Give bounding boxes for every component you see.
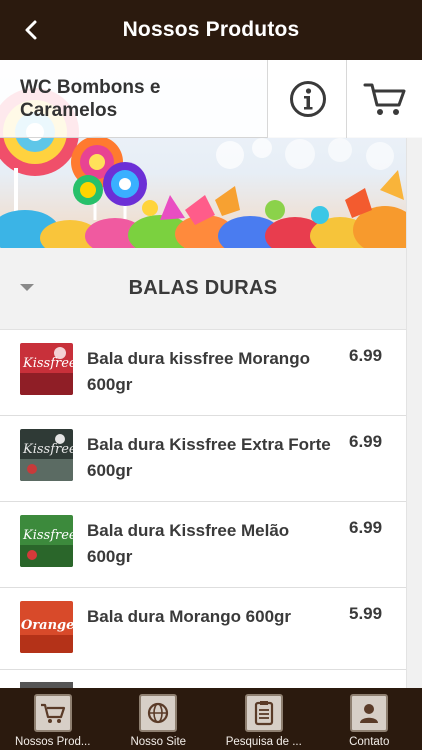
chevron-down-icon (20, 284, 34, 291)
top-navigation-bar: Nossos Produtos (0, 0, 422, 60)
cart-button[interactable] (346, 60, 422, 138)
cart-icon (33, 694, 72, 732)
product-name: Bala dura kissfree Morango 600gr (87, 349, 310, 394)
tab-label: Nossos Prod... (15, 736, 91, 748)
tab-nossos-produtos[interactable]: Nossos Prod... (0, 688, 106, 750)
product-thumbnail: Kissfree (20, 343, 73, 395)
store-name: WC Bombons e Caramelos (20, 77, 161, 121)
tab-nosso-site[interactable]: Nosso Site (106, 688, 212, 750)
product-item[interactable]: Orange Bala dura Morango 600gr 5.99 (0, 588, 406, 670)
product-price: 6.99 (349, 518, 383, 537)
svg-text:Orange: Orange (21, 618, 73, 633)
product-item[interactable]: Kissfree Bala dura Kissfree Extra Forte … (0, 416, 406, 502)
product-thumbnail: Kissfree (20, 429, 73, 481)
tab-pesquisa[interactable]: Pesquisa de ... (211, 688, 317, 750)
product-item[interactable]: Kissfree Bala dura kissfree Morango 600g… (0, 330, 406, 416)
category-label: BALAS DURAS (128, 277, 278, 299)
product-price: 6.99 (349, 346, 383, 365)
chevron-left-icon (25, 20, 37, 40)
info-icon (289, 81, 326, 117)
info-button[interactable] (267, 60, 347, 138)
clipboard-icon (244, 694, 283, 732)
product-thumbnail: Kissfree (20, 515, 73, 567)
product-price: 6.99 (349, 432, 383, 451)
contact-icon (350, 694, 389, 732)
tab-label: Pesquisa de ... (225, 736, 302, 748)
globe-icon (139, 694, 178, 732)
tab-label: Contato (349, 736, 390, 748)
svg-text:Kissfree: Kissfree (22, 442, 73, 457)
product-item-partial[interactable] (0, 670, 406, 688)
svg-text:Kissfree: Kissfree (22, 528, 73, 543)
product-item[interactable]: Kissfree Bala dura Kissfree Melão 600gr … (0, 502, 406, 588)
bottom-tab-bar: Nossos Prod... Nosso Site Pesquisa de ..… (0, 688, 422, 750)
product-price: 5.99 (349, 604, 383, 623)
tab-contato[interactable]: Contato (317, 688, 422, 750)
product-name: Bala dura Kissfree Melão 600gr (87, 521, 290, 566)
svg-text:Kissfree: Kissfree (22, 356, 73, 371)
scrollbar[interactable] (406, 138, 422, 688)
tab-label: Nosso Site (130, 736, 187, 748)
product-name: Bala dura Kissfree Extra Forte 600gr (87, 435, 331, 480)
product-thumbnail: Orange (20, 601, 73, 653)
page-title: Nossos Produtos (122, 18, 300, 41)
product-name: Bala dura Morango 600gr (87, 607, 292, 626)
category-header[interactable]: BALAS DURAS (0, 248, 406, 330)
back-button[interactable] (16, 14, 46, 46)
cart-icon (363, 83, 405, 115)
